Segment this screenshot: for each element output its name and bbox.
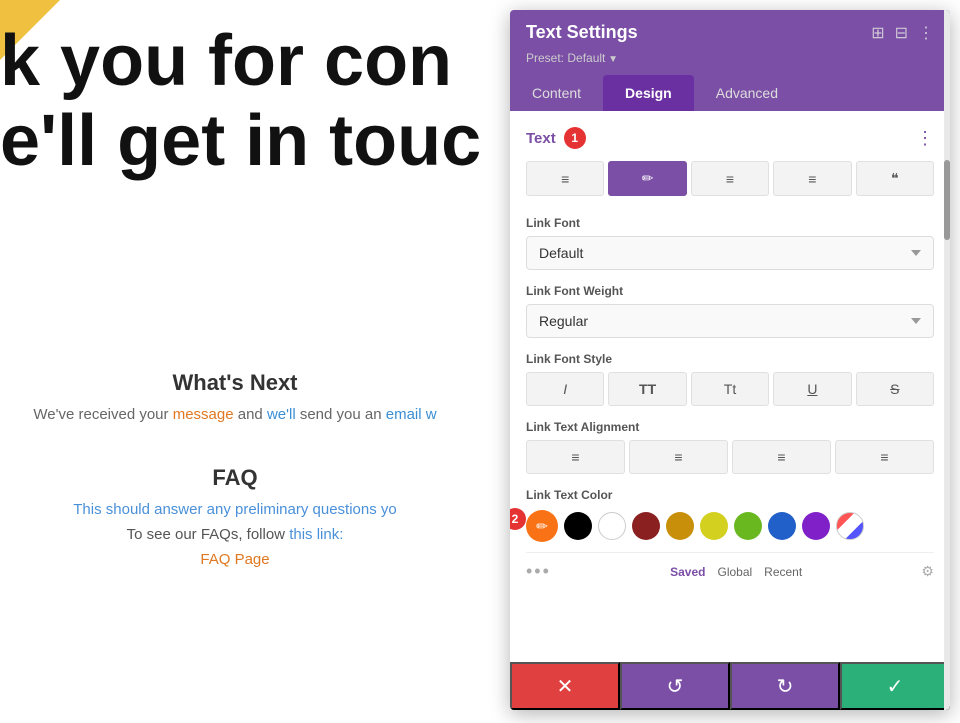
style-underline-btn[interactable]: U	[773, 372, 851, 406]
headline-2: e'll get in touc	[0, 100, 481, 182]
gear-icon[interactable]: ⚙	[921, 563, 934, 580]
panel-header: Text Settings ⊞ ⊟ ⋮ Preset: Default	[510, 10, 950, 75]
link-font-weight-select[interactable]: Regular	[526, 304, 934, 338]
style-capitalize-btn[interactable]: Tt	[691, 372, 769, 406]
link-font-select[interactable]: Default	[526, 236, 934, 270]
whats-next-text: We've received your message and we'll se…	[0, 406, 470, 423]
section-title: Text 1	[526, 127, 586, 149]
save-button[interactable]: ✓	[840, 662, 950, 710]
swatch-black[interactable]	[564, 512, 592, 540]
panel-footer: ✕ ↺ ↻ ✓	[510, 662, 950, 710]
saved-dots[interactable]: •••	[526, 561, 551, 582]
link-font-label: Link Font	[526, 216, 934, 230]
tab-content[interactable]: Content	[510, 75, 603, 111]
swatch-blue[interactable]	[768, 512, 796, 540]
style-uppercase-btn[interactable]: TT	[608, 372, 686, 406]
whats-next-section: What's Next We've received your message …	[0, 370, 470, 423]
swatch-custom[interactable]	[836, 512, 864, 540]
link-font-style-row: I TT Tt U S	[526, 372, 934, 406]
align-left-btn[interactable]: ≡	[526, 440, 625, 474]
align-right-btn[interactable]: ≡	[732, 440, 831, 474]
swatch-purple[interactable]	[802, 512, 830, 540]
swatch-green[interactable]	[734, 512, 762, 540]
link-font-style-label: Link Font Style	[526, 352, 934, 366]
cancel-button[interactable]: ✕	[510, 662, 620, 710]
expand-icon[interactable]: ⊞	[871, 23, 884, 43]
badge-2: 2	[510, 508, 526, 530]
swatch-orange[interactable]	[666, 512, 694, 540]
color-picker-button[interactable]: 2 ✏	[526, 510, 558, 542]
swatch-dark-red[interactable]	[632, 512, 660, 540]
saved-tab-recent[interactable]: Recent	[764, 565, 802, 579]
tab-design[interactable]: Design	[603, 75, 694, 111]
text-settings-panel: Text Settings ⊞ ⊟ ⋮ Preset: Default Cont…	[510, 10, 950, 710]
swatch-white[interactable]	[598, 512, 626, 540]
toolbar-align-btn[interactable]: ≡	[526, 161, 604, 196]
link-text-alignment-row: ≡ ≡ ≡ ≡	[526, 440, 934, 474]
swatch-yellow[interactable]	[700, 512, 728, 540]
saved-row: ••• Saved Global Recent ⚙	[526, 552, 934, 582]
headline-1: k you for con	[0, 20, 452, 102]
section-options-icon[interactable]: ⋮	[916, 128, 934, 149]
faq-link-line: To see our FAQs, follow this link:	[0, 526, 470, 543]
panel-scrollbar[interactable]	[944, 10, 950, 710]
style-italic-btn[interactable]: I	[526, 372, 604, 406]
faq-description: This should answer any preliminary quest…	[0, 501, 470, 518]
saved-tab-global[interactable]: Global	[717, 565, 752, 579]
panel-preset[interactable]: Preset: Default	[526, 51, 934, 65]
saved-tabs: Saved Global Recent	[670, 565, 802, 579]
panel-tabs: Content Design Advanced	[510, 75, 950, 111]
toolbar-list-btn[interactable]: ≡	[691, 161, 769, 196]
color-swatches-row: 2 ✏	[526, 510, 934, 542]
toolbar-quote-btn[interactable]: ❝	[856, 161, 934, 196]
badge-1: 1	[564, 127, 586, 149]
section-header: Text 1 ⋮	[526, 127, 934, 149]
faq-page-link: FAQ Page	[0, 551, 470, 568]
section-title-text: Text	[526, 130, 556, 147]
redo-button[interactable]: ↻	[730, 662, 840, 710]
columns-icon[interactable]: ⊟	[895, 23, 908, 43]
undo-button[interactable]: ↺	[620, 662, 730, 710]
more-icon[interactable]: ⋮	[918, 23, 934, 43]
panel-header-icons: ⊞ ⊟ ⋮	[871, 23, 934, 43]
scrollbar-thumb[interactable]	[944, 160, 950, 240]
link-text-color-label: Link Text Color	[526, 488, 934, 502]
tab-advanced[interactable]: Advanced	[694, 75, 800, 111]
faq-section: FAQ This should answer any preliminary q…	[0, 465, 470, 568]
align-justify-btn[interactable]: ≡	[835, 440, 934, 474]
saved-tab-saved[interactable]: Saved	[670, 565, 705, 579]
text-toolbar: ≡ ✏ ≡ ≡ ❝	[526, 161, 934, 196]
align-center-btn[interactable]: ≡	[629, 440, 728, 474]
whats-next-title: What's Next	[0, 370, 470, 396]
panel-title: Text Settings	[526, 22, 638, 43]
toolbar-link-btn[interactable]: ✏	[608, 161, 686, 196]
style-strikethrough-btn[interactable]: S	[856, 372, 934, 406]
toolbar-ordered-list-btn[interactable]: ≡	[773, 161, 851, 196]
faq-title: FAQ	[0, 465, 470, 491]
link-text-alignment-label: Link Text Alignment	[526, 420, 934, 434]
panel-header-top: Text Settings ⊞ ⊟ ⋮	[526, 22, 934, 43]
panel-body: Text 1 ⋮ ≡ ✏ ≡ ≡ ❝ Link Font Default Lin…	[510, 111, 950, 662]
link-font-weight-label: Link Font Weight	[526, 284, 934, 298]
